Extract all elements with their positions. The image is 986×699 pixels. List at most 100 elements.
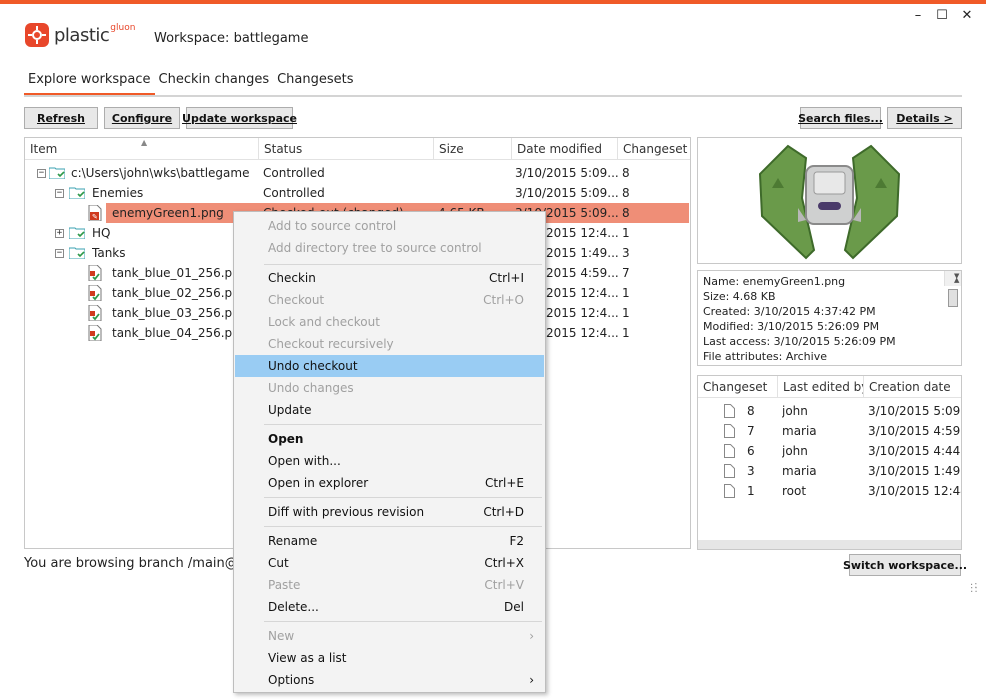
history-row[interactable]: 1 root 3/10/2015 12:44 — [698, 481, 962, 501]
history-user: john — [782, 404, 808, 418]
history-row[interactable]: 8 john 3/10/2015 5:09:4 — [698, 401, 961, 421]
enemy-ship-preview-image — [758, 144, 901, 260]
menu-item-update[interactable]: Update — [235, 399, 544, 421]
menu-separator — [264, 621, 542, 622]
configure-button[interactable]: Configure — [104, 107, 180, 129]
svg-text:✎: ✎ — [92, 213, 98, 221]
tree-row[interactable]: − Enemies Controlled 3/10/2015 5:09... 8 — [25, 183, 689, 203]
column-header-last-edited-by[interactable]: Last edited by — [778, 376, 864, 398]
menu-item-checkin[interactable]: Checkin Ctrl+I — [235, 267, 544, 289]
collapse-icon[interactable]: − — [55, 189, 64, 198]
menu-item-diff-previous[interactable]: Diff with previous revision Ctrl+D — [235, 501, 544, 523]
history-user: maria — [782, 464, 817, 478]
menu-item-paste[interactable]: Paste Ctrl+V — [235, 574, 544, 596]
file-controlled-icon — [88, 305, 102, 321]
history-date: 3/10/2015 12:44 — [868, 484, 962, 498]
tree-item-name: tank_blue_02_256.png — [112, 286, 248, 300]
scroll-down-icon[interactable]: ▼ — [949, 269, 959, 284]
expand-icon[interactable]: + — [55, 229, 64, 238]
property-last-access: Last access: 3/10/2015 5:26:09 PM — [703, 335, 896, 348]
update-workspace-button[interactable]: Update workspace — [182, 107, 297, 129]
minimize-button[interactable]: – — [908, 7, 928, 25]
file-properties-panel: Name: enemyGreen1.png Size: 4.68 KB Crea… — [697, 270, 962, 366]
branch-status-text: You are browsing branch /main@ba — [24, 556, 255, 571]
tree-item-name: Enemies — [92, 186, 144, 200]
search-files-button[interactable]: Search files... — [798, 107, 883, 129]
folder-controlled-icon — [69, 247, 85, 259]
column-header-creation-date[interactable]: Creation date — [864, 376, 961, 398]
tab-explore-workspace[interactable]: Explore workspace — [24, 72, 155, 96]
file-controlled-icon — [88, 325, 102, 341]
history-changeset: 7 — [747, 424, 755, 438]
menu-item-rename[interactable]: Rename F2 — [235, 530, 544, 552]
history-row[interactable]: 7 maria 3/10/2015 4:59:3 — [698, 421, 962, 441]
column-header-changeset[interactable]: Changeset — [698, 376, 778, 398]
menu-item-add-to-source-control[interactable]: Add to source control — [235, 215, 544, 237]
tree-item-changeset: 8 — [622, 206, 630, 220]
submenu-arrow-icon: › — [529, 629, 534, 643]
menu-item-checkout[interactable]: Checkout Ctrl+O — [235, 289, 544, 311]
column-header-date[interactable]: Date modified — [512, 138, 618, 160]
menu-item-lock-and-checkout[interactable]: Lock and checkout — [235, 311, 544, 333]
property-modified: Modified: 3/10/2015 5:26:09 PM — [703, 320, 880, 333]
tree-item-name: Tanks — [92, 246, 126, 260]
history-date: 3/10/2015 1:49:1 — [868, 464, 962, 478]
history-row[interactable]: 3 maria 3/10/2015 1:49:1 — [698, 461, 962, 481]
menu-item-open[interactable]: Open — [235, 428, 544, 450]
history-horizontal-scrollbar[interactable] — [698, 540, 961, 549]
file-icon — [724, 424, 735, 438]
file-icon — [724, 404, 735, 418]
menu-item-undo-checkout[interactable]: Undo checkout — [235, 355, 544, 377]
history-date: 3/10/2015 4:44:1 — [868, 444, 962, 458]
history-user: root — [782, 484, 807, 498]
refresh-button[interactable]: Refresh — [24, 107, 98, 129]
close-button[interactable]: ✕ — [957, 7, 977, 25]
title-accent-bar — [0, 0, 986, 4]
file-controlled-icon — [88, 285, 102, 301]
collapse-icon[interactable]: − — [55, 249, 64, 258]
menu-item-delete[interactable]: Delete... Del — [235, 596, 544, 618]
tab-checkin-changes[interactable]: Checkin changes — [155, 72, 274, 96]
app-logo: plastic gluon — [24, 20, 135, 50]
properties-scrollbar[interactable]: ▲ ▼ — [944, 269, 961, 307]
menu-item-new[interactable]: New › — [235, 625, 544, 647]
menu-item-open-in-explorer[interactable]: Open in explorer Ctrl+E — [235, 472, 544, 494]
tree-item-status: Controlled — [263, 186, 325, 200]
tree-item-changeset: 1 — [622, 306, 630, 320]
menu-item-undo-changes[interactable]: Undo changes — [235, 377, 544, 399]
file-icon — [724, 464, 735, 478]
main-tabs: Explore workspace Checkin changes Change… — [24, 72, 358, 96]
file-history-panel: Changeset Last edited by Creation date 8… — [697, 375, 962, 550]
menu-item-cut[interactable]: Cut Ctrl+X — [235, 552, 544, 574]
tree-item-changeset: 1 — [622, 326, 630, 340]
file-checked-out-icon: ✎ — [88, 205, 102, 221]
column-header-changeset[interactable]: Changeset — [618, 138, 690, 160]
tree-item-name: tank_blue_03_256.png — [112, 306, 248, 320]
menu-item-view-as-list[interactable]: View as a list — [235, 647, 544, 669]
menu-separator — [264, 497, 542, 498]
tab-changesets[interactable]: Changesets — [273, 72, 357, 96]
column-header-status[interactable]: Status — [259, 138, 434, 160]
tree-item-date: 3/10/2015 5:09... — [515, 166, 619, 180]
menu-item-open-with[interactable]: Open with... — [235, 450, 544, 472]
column-header-size[interactable]: Size — [434, 138, 512, 160]
history-changeset: 3 — [747, 464, 755, 478]
history-row[interactable]: 6 john 3/10/2015 4:44:1 — [698, 441, 962, 461]
resize-grip-icon[interactable]: ·::: — [970, 581, 979, 595]
history-date: 3/10/2015 4:59:3 — [868, 424, 962, 438]
tree-item-changeset: 7 — [622, 266, 630, 280]
file-icon — [724, 444, 735, 458]
menu-item-add-directory-tree[interactable]: Add directory tree to source control — [235, 237, 544, 259]
maximize-button[interactable]: ☐ — [932, 7, 952, 25]
folder-controlled-icon — [49, 167, 65, 179]
tree-row[interactable]: − c:\Users\john\wks\battlegame Controlle… — [25, 163, 689, 183]
tree-item-name: tank_blue_01_256.png — [112, 266, 248, 280]
switch-workspace-button[interactable]: Switch workspace... — [843, 554, 967, 576]
details-button[interactable]: Details > — [887, 107, 962, 129]
menu-item-options[interactable]: Options › — [235, 669, 544, 691]
menu-item-checkout-recursively[interactable]: Checkout recursively — [235, 333, 544, 355]
tree-item-date: 3/10/2015 5:09... — [515, 186, 619, 200]
collapse-icon[interactable]: − — [37, 169, 46, 178]
scroll-thumb[interactable] — [948, 289, 958, 307]
folder-controlled-icon — [69, 187, 85, 199]
